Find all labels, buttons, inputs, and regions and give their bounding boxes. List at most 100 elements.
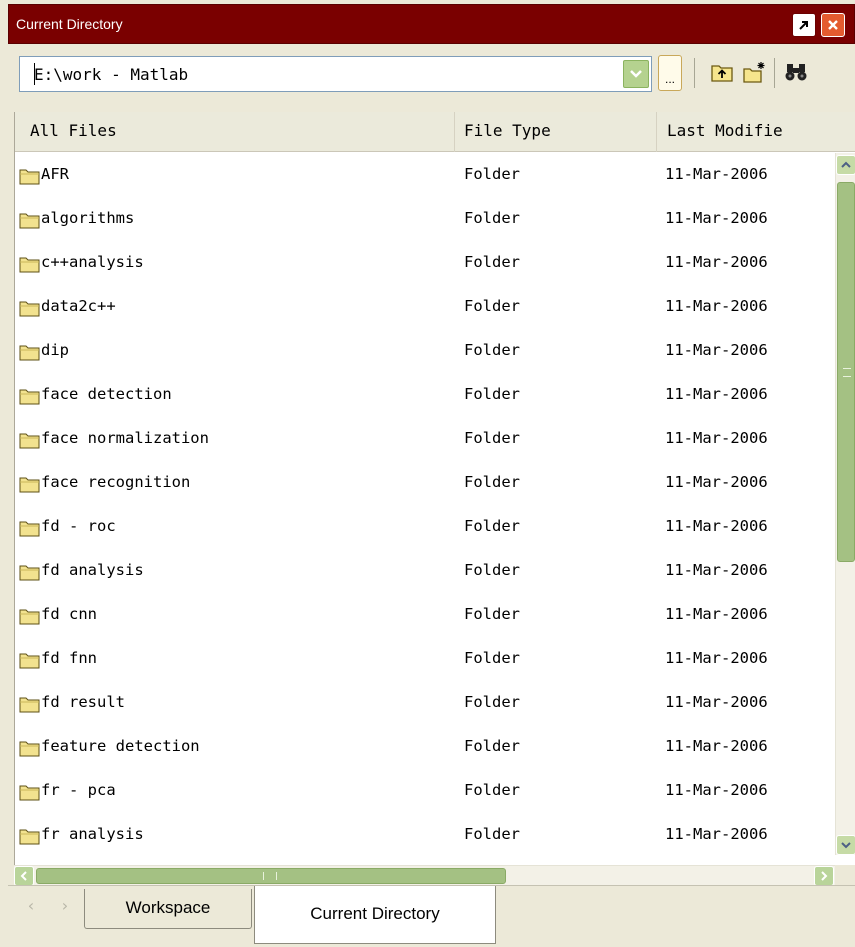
file-type: Folder (464, 341, 520, 359)
file-type: Folder (464, 693, 520, 711)
file-row[interactable]: c++analysis Folder 11-Mar-2006 (15, 240, 835, 284)
vertical-scrollbar[interactable] (835, 153, 855, 855)
panel-title: Current Directory (16, 16, 123, 32)
file-row[interactable]: face normalization Folder 11-Mar-2006 (15, 416, 835, 460)
file-row[interactable]: algorithms Folder 11-Mar-2006 (15, 196, 835, 240)
file-row[interactable]: face recognition Folder 11-Mar-2006 (15, 460, 835, 504)
file-name: fd - roc (41, 517, 116, 535)
file-last-modified: 11-Mar-2006 (665, 781, 768, 799)
close-icon (828, 20, 838, 30)
file-last-modified: 11-Mar-2006 (665, 605, 768, 623)
tab-current-directory[interactable]: Current Directory (254, 886, 496, 944)
tab-scroll-right-icon[interactable]: › (56, 896, 74, 915)
file-last-modified: 11-Mar-2006 (665, 429, 768, 447)
undock-button[interactable] (792, 13, 816, 37)
file-type: Folder (464, 649, 520, 667)
file-row[interactable]: fr analysis Folder 11-Mar-2006 (15, 812, 835, 856)
current-directory-path[interactable]: E:\work - Matlab (34, 65, 188, 84)
column-header-last-modified[interactable]: Last Modifie (657, 112, 837, 152)
file-type: Folder (464, 825, 520, 843)
file-row[interactable]: AFR Folder 11-Mar-2006 (15, 152, 835, 196)
chevron-right-icon (821, 871, 828, 881)
directory-toolbar: E:\work - Matlab ... (8, 44, 855, 112)
scroll-grip (263, 872, 277, 880)
chevron-down-icon (841, 842, 851, 849)
column-header-all-files[interactable]: All Files (15, 112, 455, 152)
file-type: Folder (464, 605, 520, 623)
browse-for-folder-button[interactable]: ... (658, 55, 682, 91)
folder-icon (19, 477, 40, 493)
file-name: c++analysis (41, 253, 144, 271)
file-type: Folder (464, 429, 520, 447)
undock-arrow-icon (799, 21, 808, 30)
file-name: dip (41, 341, 69, 359)
chevron-left-icon (20, 871, 27, 881)
file-type: Folder (464, 517, 520, 535)
up-folder-icon[interactable] (710, 60, 734, 84)
scroll-left-button[interactable] (14, 866, 34, 886)
new-folder-icon[interactable] (742, 60, 766, 84)
horizontal-scroll-thumb[interactable] (36, 868, 506, 884)
file-row[interactable]: fd analysis Folder 11-Mar-2006 (15, 548, 835, 592)
toolbar-separator (694, 58, 695, 88)
scroll-down-button[interactable] (836, 835, 855, 855)
folder-icon (19, 257, 40, 273)
scroll-grip (843, 368, 851, 377)
file-last-modified: 11-Mar-2006 (665, 693, 768, 711)
file-last-modified: 11-Mar-2006 (665, 561, 768, 579)
file-last-modified: 11-Mar-2006 (665, 297, 768, 315)
chevron-up-icon (841, 161, 851, 168)
file-name: fd analysis (41, 561, 144, 579)
file-last-modified: 11-Mar-2006 (665, 209, 768, 227)
toolbar-separator (774, 58, 775, 88)
scroll-up-button[interactable] (836, 155, 855, 175)
file-list-header: All Files File Type Last Modifie (15, 112, 855, 152)
folder-icon (19, 653, 40, 669)
file-row[interactable]: fr - pca Folder 11-Mar-2006 (15, 768, 835, 812)
tab-scroll-left-icon[interactable]: ‹ (22, 896, 40, 915)
file-name: face normalization (41, 429, 209, 447)
file-type: Folder (464, 209, 520, 227)
folder-icon (19, 741, 40, 757)
tab-workspace[interactable]: Workspace (84, 889, 252, 929)
close-button[interactable] (821, 13, 845, 37)
file-name: fd result (41, 693, 125, 711)
folder-icon (19, 565, 40, 581)
folder-icon (19, 829, 40, 845)
file-last-modified: 11-Mar-2006 (665, 165, 768, 183)
scroll-right-button[interactable] (814, 866, 834, 886)
file-name: algorithms (41, 209, 135, 227)
file-name: fd cnn (41, 605, 97, 623)
file-type: Folder (464, 385, 520, 403)
file-type: Folder (464, 165, 520, 183)
find-binoculars-icon[interactable] (784, 60, 808, 84)
file-last-modified: 11-Mar-2006 (665, 253, 768, 271)
vertical-scroll-thumb[interactable] (837, 182, 855, 562)
folder-icon (19, 609, 40, 625)
file-row[interactable]: feature detection Folder 11-Mar-2006 (15, 724, 835, 768)
folder-icon (19, 697, 40, 713)
folder-icon (19, 521, 40, 537)
file-row[interactable]: fd fnn Folder 11-Mar-2006 (15, 636, 835, 680)
file-type: Folder (464, 561, 520, 579)
folder-icon (19, 213, 40, 229)
file-row[interactable]: face detection Folder 11-Mar-2006 (15, 372, 835, 416)
file-row[interactable]: fd cnn Folder 11-Mar-2006 (15, 592, 835, 636)
column-header-file-type[interactable]: File Type (455, 112, 657, 152)
file-row[interactable]: fd - roc Folder 11-Mar-2006 (15, 504, 835, 548)
file-row[interactable]: data2c++ Folder 11-Mar-2006 (15, 284, 835, 328)
file-row[interactable]: dip Folder 11-Mar-2006 (15, 328, 835, 372)
folder-icon (19, 433, 40, 449)
folder-icon (19, 345, 40, 361)
horizontal-scrollbar[interactable] (14, 865, 835, 886)
current-directory-combobox[interactable]: E:\work - Matlab (19, 56, 652, 92)
panel-title-bar: Current Directory (8, 4, 855, 44)
file-row[interactable]: fd result Folder 11-Mar-2006 (15, 680, 835, 724)
file-name: feature detection (41, 737, 200, 755)
path-dropdown-button[interactable] (623, 60, 649, 88)
file-last-modified: 11-Mar-2006 (665, 649, 768, 667)
file-type: Folder (464, 737, 520, 755)
file-last-modified: 11-Mar-2006 (665, 737, 768, 755)
file-name: fd fnn (41, 649, 97, 667)
file-last-modified: 11-Mar-2006 (665, 473, 768, 491)
